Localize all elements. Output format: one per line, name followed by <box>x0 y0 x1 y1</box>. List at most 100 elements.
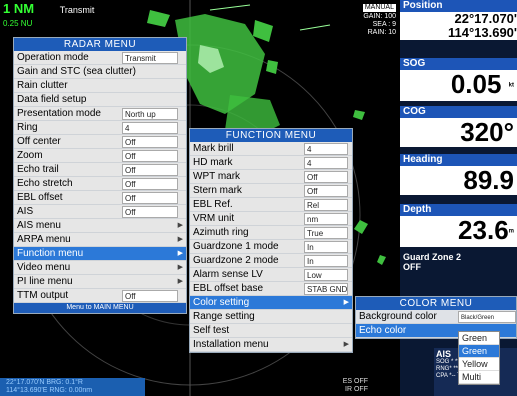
hd-mark-value[interactable]: 4 <box>304 157 348 169</box>
ir-status: IR OFF <box>345 386 368 393</box>
menu-item-echo-stretch[interactable]: Echo stretch Off <box>14 177 186 191</box>
menu-item-wpt-mark[interactable]: WPT mark Off <box>190 170 352 184</box>
menu-item-gain-and-stc-sea-clutter[interactable]: Gain and STC (sea clutter) <box>14 65 186 79</box>
submenu-arrow-icon: ▶ <box>177 278 183 285</box>
range-value: 1 NM <box>3 1 35 16</box>
menu-item-rain-clutter[interactable]: Rain clutter <box>14 79 186 93</box>
menu-item-mark-brill[interactable]: Mark brill 4 <box>190 142 352 156</box>
menu-item-label: Installation menu <box>193 339 269 350</box>
transmit-status: Transmit <box>59 4 95 15</box>
depth-value: 23.6 <box>458 216 509 245</box>
menu-item-label: Function menu <box>17 248 84 259</box>
guardzone-2-mode-value[interactable]: In <box>304 255 348 267</box>
menu-item-operation-mode[interactable]: Operation mode Transmit <box>14 51 186 65</box>
option-yellow[interactable]: Yellow <box>459 358 499 371</box>
color-menu-title: COLOR MENU <box>356 297 516 310</box>
wpt-mark-value[interactable]: Off <box>304 171 348 183</box>
menu-item-label: ARPA menu <box>17 234 71 245</box>
menu-item-ais[interactable]: AIS Off <box>14 205 186 219</box>
menu-item-label: PI line menu <box>17 276 73 287</box>
menu-item-label: Alarm sense LV <box>193 269 263 280</box>
ring-value[interactable]: 4 <box>122 122 178 134</box>
echo-trail-value[interactable]: Off <box>122 164 178 176</box>
submenu-arrow-icon: ▶ <box>177 236 183 243</box>
menu-item-label: Gain and STC (sea clutter) <box>17 66 136 77</box>
menu-item-echo-trail[interactable]: Echo trail Off <box>14 163 186 177</box>
menu-item-video-menu[interactable]: Video menu ▶ <box>14 261 186 275</box>
menu-item-guardzone-2-mode[interactable]: Guardzone 2 mode In <box>190 254 352 268</box>
ebl-offset-value[interactable]: Off <box>122 192 178 204</box>
operation-mode-value[interactable]: Transmit <box>122 52 178 64</box>
menu-item-pi-line-menu[interactable]: PI line menu ▶ <box>14 275 186 289</box>
menu-item-ring[interactable]: Ring 4 <box>14 121 186 135</box>
ebl-offset-base-value[interactable]: STAB GND <box>304 283 348 295</box>
menu-item-label: Stern mark <box>193 185 242 196</box>
menu-item-color-setting[interactable]: Color setting ▶ <box>190 296 352 310</box>
menu-item-label: Mark brill <box>193 143 234 154</box>
cursor-line-2: 114°13.690'E RNG: 0.00nm <box>6 387 93 394</box>
echo-color-dropdown[interactable]: Green Green Yellow Multi <box>458 331 500 385</box>
menu-item-arpa-menu[interactable]: ARPA menu ▶ <box>14 233 186 247</box>
alarm-sense-lv-value[interactable]: Low <box>304 269 348 281</box>
menu-item-stern-mark[interactable]: Stern mark Off <box>190 184 352 198</box>
menu-item-ebl-ref[interactable]: EBL Ref. Rel <box>190 198 352 212</box>
ebl-ref-value[interactable]: Rel <box>304 199 348 211</box>
depth-field: Depth 23.6m <box>400 204 517 247</box>
cursor-line-1: 22°17.070'N BRG: 0.1°R <box>6 379 83 386</box>
stern-mark-value[interactable]: Off <box>304 185 348 197</box>
function-menu-title: FUNCTION MENU <box>190 129 352 142</box>
menu-item-vrm-unit[interactable]: VRM unit nm <box>190 212 352 226</box>
menu-item-hd-mark[interactable]: HD mark 4 <box>190 156 352 170</box>
menu-item-ttm-output[interactable]: TTM output Off <box>14 289 186 303</box>
menu-item-presentation-mode[interactable]: Presentation mode North up <box>14 107 186 121</box>
mark-brill-value[interactable]: 4 <box>304 143 348 155</box>
menu-item-label: AIS menu <box>17 220 61 231</box>
azimuth-ring-value[interactable]: True <box>304 227 348 239</box>
ttm-output-value[interactable]: Off <box>122 290 178 302</box>
menu-item-installation-menu[interactable]: Installation menu ▶ <box>190 338 352 352</box>
guard-zone-field: Guard Zone 2 OFF <box>400 252 517 272</box>
es-ir-readout: ES OFF IR OFF <box>332 378 368 394</box>
guardzone-1-mode-value[interactable]: In <box>304 241 348 253</box>
menu-item-label: Rain clutter <box>17 80 68 91</box>
option-green-selected[interactable]: Green <box>459 345 499 358</box>
menu-item-alarm-sense-lv[interactable]: Alarm sense LV Low <box>190 268 352 282</box>
depth-unit: m <box>508 228 514 235</box>
menu-item-ebl-offset[interactable]: EBL offset Off <box>14 191 186 205</box>
menu-item-label: Video menu <box>17 262 71 273</box>
menu-item-label: Echo trail <box>17 164 59 175</box>
menu-item-guardzone-1-mode[interactable]: Guardzone 1 mode In <box>190 240 352 254</box>
presentation-mode-value[interactable]: North up <box>122 108 178 120</box>
menu-item-function-menu[interactable]: Function menu ▶ <box>14 247 186 261</box>
depth-label: Depth <box>400 204 517 216</box>
menu-item-label: Ring <box>17 122 38 133</box>
cog-value: 320° <box>400 118 517 147</box>
menu-item-label: Data field setup <box>17 94 87 105</box>
menu-item-background-color[interactable]: Background color Black/Green <box>356 310 516 324</box>
off-center-value[interactable]: Off <box>122 136 178 148</box>
menu-item-self-test[interactable]: Self test <box>190 324 352 338</box>
menu-item-label: Presentation mode <box>17 108 101 119</box>
submenu-arrow-icon: ▶ <box>177 250 183 257</box>
vrm-unit-value[interactable]: nm <box>304 213 348 225</box>
menu-item-label: Echo color <box>359 325 407 336</box>
menu-item-ais-menu[interactable]: AIS menu ▶ <box>14 219 186 233</box>
range-readout: 1 NM Transmit <box>3 1 94 16</box>
ais-value[interactable]: Off <box>122 206 178 218</box>
zoom-value[interactable]: Off <box>122 150 178 162</box>
menu-item-range-setting[interactable]: Range setting <box>190 310 352 324</box>
menu-item-azimuth-ring[interactable]: Azimuth ring True <box>190 226 352 240</box>
es-status: ES OFF <box>342 378 368 385</box>
menu-item-data-field-setup[interactable]: Data field setup <box>14 93 186 107</box>
menu-item-zoom[interactable]: Zoom Off <box>14 149 186 163</box>
option-green[interactable]: Green <box>459 332 499 345</box>
option-multi[interactable]: Multi <box>459 371 499 384</box>
menu-item-ebl-offset-base[interactable]: EBL offset base STAB GND <box>190 282 352 296</box>
menu-item-off-center[interactable]: Off center Off <box>14 135 186 149</box>
background-color-select[interactable]: Black/Green <box>458 311 516 323</box>
function-menu: FUNCTION MENU Mark brill 4 HD mark 4 WPT mar… <box>189 128 353 353</box>
sog-unit: kt <box>508 82 514 89</box>
echo-stretch-value[interactable]: Off <box>122 178 178 190</box>
menu-item-label: Operation mode <box>17 52 89 63</box>
menu-item-label: Echo stretch <box>17 178 73 189</box>
